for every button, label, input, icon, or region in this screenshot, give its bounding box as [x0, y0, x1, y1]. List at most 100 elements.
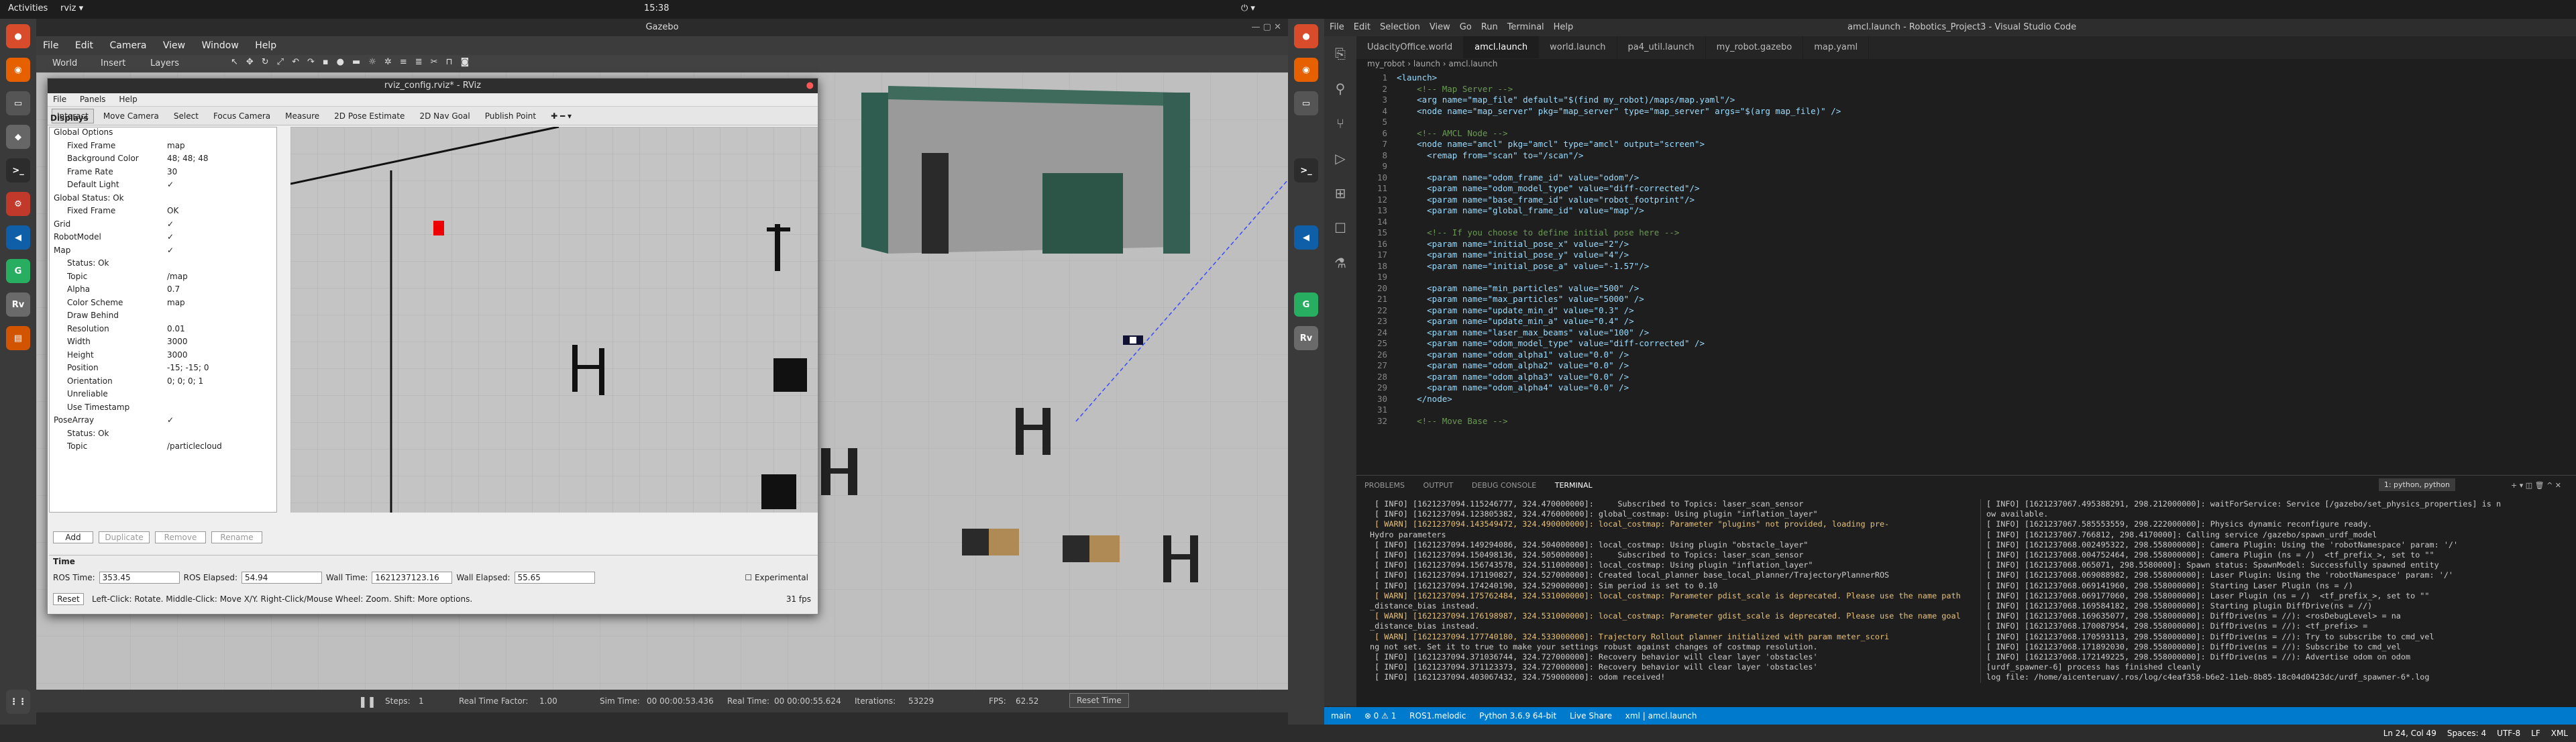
display-row[interactable]: Frame Rate 30 [50, 167, 276, 180]
code-line[interactable]: 26 <param name="odom_alpha1" value="0.0"… [1356, 350, 2576, 361]
vs-menu-edit[interactable]: Edit [1354, 22, 1371, 32]
rviz-map-view[interactable] [290, 127, 818, 513]
display-row[interactable]: Global Status: Ok [50, 193, 276, 207]
display-row[interactable]: Map ✓ [50, 246, 276, 259]
code-line[interactable]: 10 <param name="odom_frame_id" value="od… [1356, 172, 2576, 184]
code-text[interactable]: <!-- If you choose to define initial pos… [1397, 227, 1679, 239]
code-text[interactable]: <param name="odom_alpha4" value="0.0" /> [1397, 382, 1629, 394]
chrome-icon[interactable]: ● [6, 24, 30, 48]
code-text[interactable]: <param name="initial_pose_a" value="-1.5… [1397, 261, 1649, 272]
display-row[interactable]: Status: Ok [50, 258, 276, 272]
code-text[interactable]: <param name="initial_pose_y" value="4"/> [1397, 250, 1629, 261]
remove-button[interactable]: Remove [155, 531, 206, 543]
display-value[interactable] [167, 389, 276, 403]
terminal-right[interactable]: [ INFO] [1621237067.495388291, 298.21200… [1980, 499, 2571, 683]
code-line[interactable]: 25 <param name="odom_model_type" value="… [1356, 338, 2576, 350]
display-value[interactable] [167, 403, 276, 416]
rviz-icon[interactable]: Rv [1294, 326, 1318, 350]
display-value[interactable]: OK [167, 206, 276, 219]
display-row[interactable]: Color Scheme map [50, 298, 276, 311]
tab-udacityoffice[interactable]: UdacityOffice.world [1356, 36, 1464, 58]
code-line[interactable]: 2 <!-- Map Server --> [1356, 84, 2576, 95]
code-text[interactable]: <param name="max_particles" value="5000"… [1397, 294, 1644, 305]
code-line[interactable]: 13 <param name="global_frame_id" value="… [1356, 205, 2576, 217]
vs-menu-terminal[interactable]: Terminal [1507, 22, 1544, 32]
vs-menu-go[interactable]: Go [1460, 22, 1472, 32]
code-text[interactable]: <param name="odom_alpha2" value="0.0" /> [1397, 360, 1629, 372]
menu-camera[interactable]: Camera [103, 36, 153, 55]
code-text[interactable]: <node name="amcl" pkg="amcl" type="amcl"… [1397, 139, 1705, 150]
panel-tab-terminal[interactable]: TERMINAL [1546, 476, 1601, 496]
code-line[interactable]: 19 [1356, 272, 2576, 283]
code-line[interactable]: 12 <param name="base_frame_id" value="ro… [1356, 195, 2576, 206]
activity-icons[interactable]: ⎘ ⚲ ⑂ ▷ ⊞ ☐ ⚗ [1324, 36, 1356, 280]
display-row[interactable]: PoseArray ✓ [50, 415, 276, 429]
gazebo-icon[interactable]: G [6, 259, 30, 283]
status-branch[interactable]: main [1331, 711, 1351, 721]
display-value[interactable]: map [167, 141, 276, 154]
display-value[interactable] [167, 193, 276, 207]
display-value[interactable] [167, 429, 276, 442]
code-text[interactable]: <param name="min_particles" value="500" … [1397, 283, 1639, 295]
display-value[interactable] [167, 127, 276, 141]
pause-icon[interactable]: ❚❚ [358, 695, 376, 708]
vscode-icon[interactable]: ◀ [1294, 225, 1318, 250]
display-row[interactable]: Topic/map [50, 272, 276, 285]
display-value[interactable]: 48; 48; 48 [167, 154, 276, 167]
panel-tab-output[interactable]: OUTPUT [1415, 476, 1462, 495]
code-line[interactable]: 3 <arg name="map_file" default="$(find m… [1356, 95, 2576, 106]
status-file[interactable]: xml | amcl.launch [1625, 711, 1697, 721]
files-icon[interactable]: ▭ [6, 91, 30, 115]
code-line[interactable]: 28 <param name="odom_alpha3" value="0.0"… [1356, 372, 2576, 383]
display-row[interactable]: Draw Behind [50, 311, 276, 324]
panel-tab-debug[interactable]: DEBUG CONSOLE [1464, 476, 1544, 495]
rviz-menu-panels[interactable]: Panels [74, 93, 111, 105]
display-row[interactable]: Background Color 48; 48; 48 [50, 154, 276, 167]
tool-focus-camera[interactable]: Focus Camera [208, 109, 276, 123]
tab-amcl-launch[interactable]: amcl.launch [1464, 36, 1540, 58]
steps-value[interactable]: 1 [419, 696, 424, 706]
app2-icon[interactable]: ▤ [6, 326, 30, 350]
code-text[interactable]: <param name="odom_model_type" value="dif… [1397, 338, 1705, 350]
terminal-icon[interactable]: >_ [6, 158, 30, 182]
status-language[interactable]: XML [2551, 725, 2568, 742]
code-text[interactable]: <!-- Move Base --> [1397, 416, 1507, 427]
plus-icon[interactable]: ✚ ━ ▾ [545, 109, 577, 123]
panel-tab-problems[interactable]: PROBLEMS [1356, 476, 1413, 495]
add-button[interactable]: Add [53, 531, 93, 543]
chrome-icon[interactable]: ● [1294, 24, 1318, 48]
gazebo-icon[interactable]: G [1294, 293, 1318, 317]
files-icon[interactable]: ▭ [1294, 91, 1318, 115]
tab-world[interactable]: World [52, 58, 77, 68]
display-row[interactable]: Orientation 0; 0; 0; 1 [50, 376, 276, 390]
status-ros[interactable]: ROS1.melodic [1409, 711, 1466, 721]
code-line[interactable]: 4 <node name="map_server" pkg="map_serve… [1356, 106, 2576, 117]
displays-tree[interactable]: Global Options Fixed Frame map Background C… [49, 127, 277, 513]
tab-insert[interactable]: Insert [101, 58, 125, 68]
code-line[interactable]: 32 <!-- Move Base --> [1356, 416, 2576, 427]
display-value[interactable]: /map [167, 272, 276, 285]
code-text[interactable]: <param name="update_min_d" value="0.3" /… [1397, 305, 1634, 317]
code-editor[interactable]: 1 <launch> 2 <!-- Map Server --> 3 <arg nam… [1356, 72, 2576, 475]
code-line[interactable]: 14 [1356, 217, 2576, 228]
status-encoding[interactable]: UTF-8 [2497, 725, 2520, 742]
rviz-menu-file[interactable]: File [48, 93, 72, 105]
code-text[interactable]: <param name="base_frame_id" value="robot… [1397, 195, 1695, 206]
code-text[interactable]: <arg name="map_file" default="$(find my_… [1397, 95, 1735, 106]
firefox-icon[interactable]: ◉ [6, 58, 30, 82]
reset-time-button[interactable]: Reset Time [1069, 693, 1129, 708]
terminal-actions-icon[interactable]: + ▾ ◫ 🗑 ^ ✕ [2503, 476, 2569, 495]
vs-menu-selection[interactable]: Selection [1380, 22, 1420, 32]
display-row[interactable]: Use Timestamp [50, 403, 276, 416]
tool-publish-point[interactable]: Publish Point [480, 109, 541, 123]
code-text[interactable]: </node> [1397, 394, 1452, 405]
rviz-icon[interactable]: Rv [6, 293, 30, 317]
display-value[interactable]: 3000 [167, 337, 276, 350]
menu-window[interactable]: Window [195, 36, 246, 55]
display-value[interactable]: ✓ [167, 246, 276, 259]
vs-menu-help[interactable]: Help [1554, 22, 1574, 32]
status-liveshare[interactable]: Live Share [1570, 711, 1612, 721]
code-text[interactable]: <param name="odom_alpha1" value="0.0" /> [1397, 350, 1629, 361]
tool-2d-pose-estimate[interactable]: 2D Pose Estimate [329, 109, 410, 123]
terminal-icon[interactable]: >_ [1294, 158, 1318, 182]
